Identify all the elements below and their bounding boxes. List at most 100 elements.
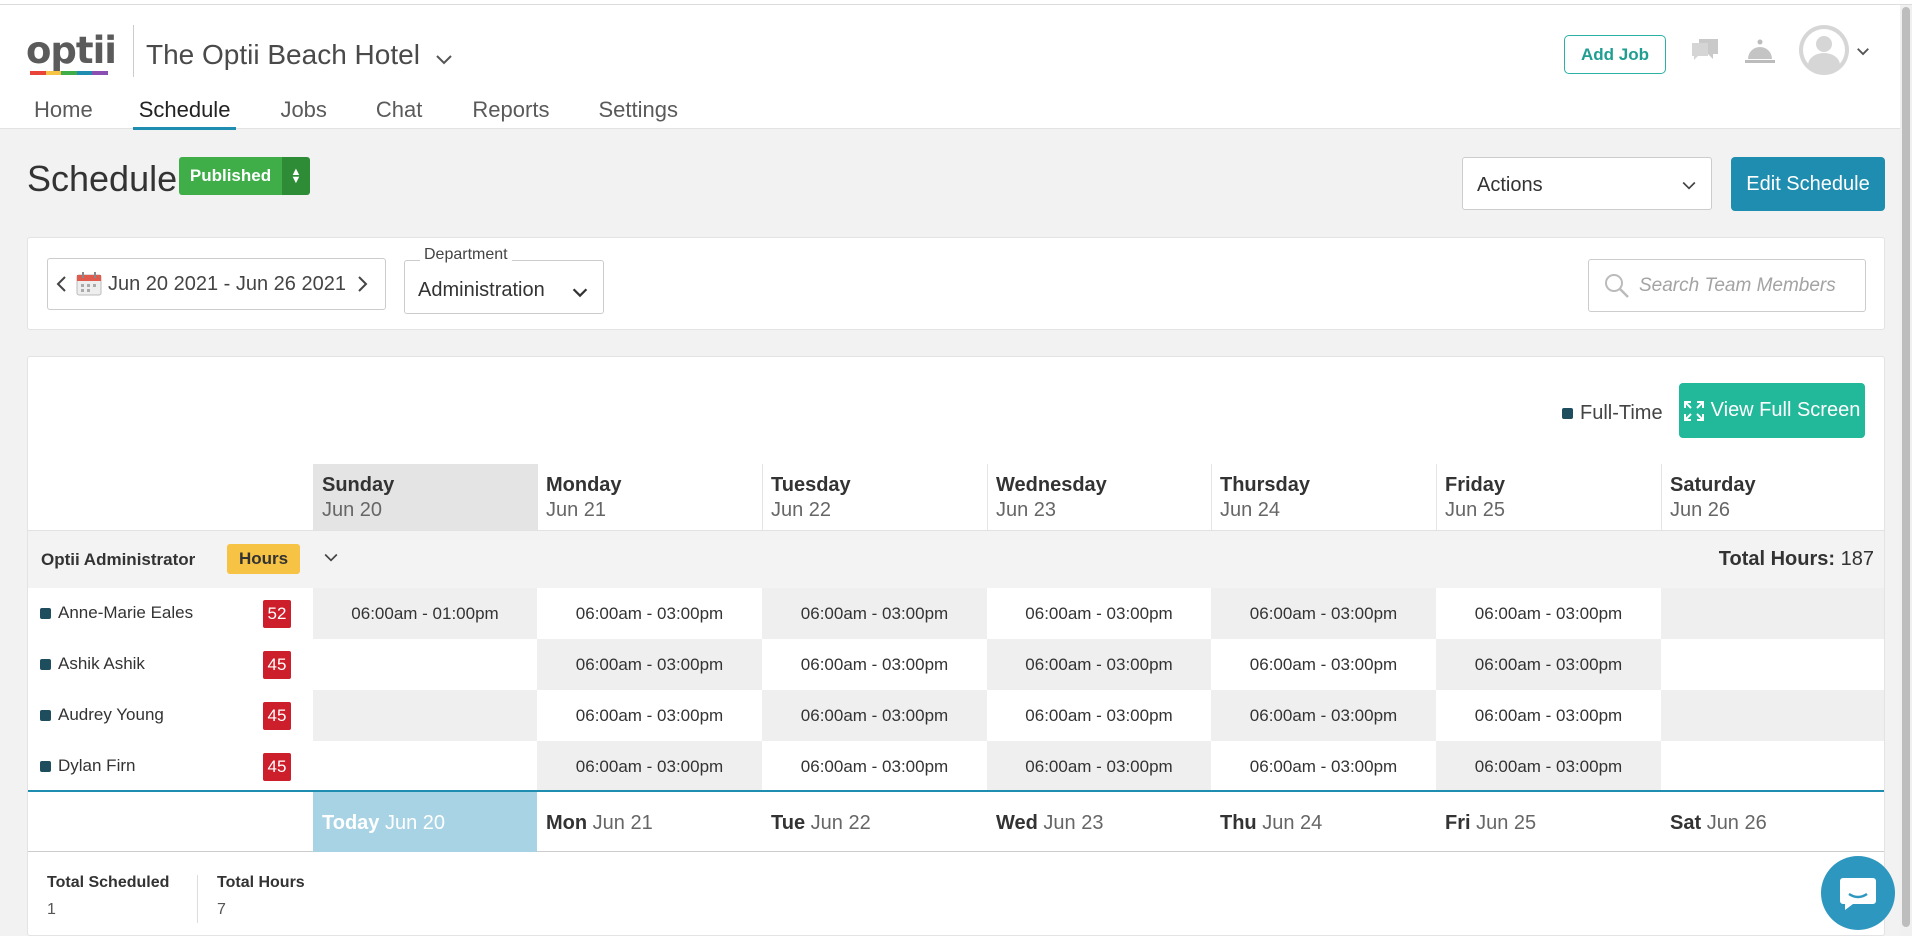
shift-cell[interactable]: 06:00am - 03:00pm xyxy=(987,639,1211,690)
employee-name[interactable]: Audrey Young xyxy=(40,705,164,725)
next-week-button[interactable] xyxy=(348,275,376,293)
footer-day-short: Fri xyxy=(1445,812,1471,834)
footer-day-fri[interactable]: Fri Jun 25 xyxy=(1436,792,1661,852)
shift-cell[interactable]: 06:00am - 03:00pm xyxy=(1211,588,1436,639)
optii-logo[interactable]: optii xyxy=(26,31,117,75)
app-header: optii The Optii Beach Hotel Add Job Home… xyxy=(0,5,1900,130)
shift-cell[interactable] xyxy=(1661,741,1884,792)
search-icon xyxy=(1605,273,1629,298)
employee-name[interactable]: Ashik Ashik xyxy=(40,654,145,674)
status-label: Published xyxy=(179,157,282,195)
footer-day-thu[interactable]: Thu Jun 24 xyxy=(1211,792,1436,852)
shift-cell[interactable]: 06:00am - 03:00pm xyxy=(762,588,987,639)
shift-cell[interactable]: 06:00am - 03:00pm xyxy=(762,741,987,792)
filter-panel: Jun 20 2021 - Jun 26 2021 Department Adm… xyxy=(27,237,1885,330)
employee-name[interactable]: Anne-Marie Eales xyxy=(40,603,193,623)
edit-schedule-button[interactable]: Edit Schedule xyxy=(1731,157,1885,211)
bell-icon[interactable] xyxy=(1744,37,1776,67)
shift-cell[interactable]: 06:00am - 03:00pm xyxy=(537,639,762,690)
shift-cell[interactable]: 06:00am - 03:00pm xyxy=(1211,741,1436,792)
shift-cell[interactable]: 06:00am - 03:00pm xyxy=(987,588,1211,639)
footer-day-sat[interactable]: Sat Jun 26 xyxy=(1661,792,1884,852)
shift-cell[interactable] xyxy=(1661,588,1884,639)
shift-cell[interactable]: 06:00am - 03:00pm xyxy=(537,690,762,741)
nav-schedule[interactable]: Schedule xyxy=(132,89,237,130)
day-name: Friday xyxy=(1445,474,1506,496)
date-range-text: Jun 20 2021 - Jun 26 2021 xyxy=(108,272,346,295)
shift-cell[interactable]: 06:00am - 03:00pm xyxy=(987,690,1211,741)
date-range-picker[interactable]: Jun 20 2021 - Jun 26 2021 xyxy=(47,258,386,310)
chevron-down-icon[interactable] xyxy=(432,47,456,71)
actions-dropdown[interactable]: Actions xyxy=(1462,157,1712,210)
day-name: Monday xyxy=(546,474,622,496)
employee-hours-badge: 45 xyxy=(263,651,291,679)
chevron-down-icon[interactable] xyxy=(1854,42,1872,60)
shift-cell[interactable] xyxy=(1661,690,1884,741)
day-header-saturday: Saturday Jun 26 xyxy=(1661,464,1884,530)
day-date: Jun 26 xyxy=(1670,499,1731,521)
nav-reports[interactable]: Reports xyxy=(472,89,549,129)
group-row: Optii Administrator Hours Total Hours: 1… xyxy=(28,530,1884,588)
expand-icon xyxy=(1683,400,1704,421)
day-name: Wednesday xyxy=(996,474,1107,496)
search-team-members-input[interactable]: Search Team Members xyxy=(1588,259,1866,312)
shift-cell[interactable] xyxy=(313,639,537,690)
nav-jobs[interactable]: Jobs xyxy=(280,89,326,129)
summary-divider xyxy=(197,875,198,923)
employee-name[interactable]: Dylan Firn xyxy=(40,756,135,776)
hotel-name[interactable]: The Optii Beach Hotel xyxy=(146,39,420,71)
total-hours-summary-value: 7 xyxy=(217,901,226,918)
footer-day-wed[interactable]: Wed Jun 23 xyxy=(987,792,1211,852)
shift-cell[interactable]: 06:00am - 03:00pm xyxy=(987,741,1211,792)
prev-week-button[interactable] xyxy=(48,275,76,293)
day-header-monday: Monday Jun 21 xyxy=(537,464,762,530)
shift-cell[interactable]: 06:00am - 03:00pm xyxy=(1436,588,1661,639)
day-date: Jun 21 xyxy=(546,499,607,521)
department-value: Administration xyxy=(418,279,545,301)
shift-cell[interactable]: 06:00am - 03:00pm xyxy=(762,690,987,741)
nav-chat[interactable]: Chat xyxy=(376,89,422,129)
status-dropdown[interactable]: Published ▲ ▼ xyxy=(179,157,310,195)
day-footer-bar: Today Jun 20 Mon Jun 21 Tue Jun 22 Wed Jun … xyxy=(28,790,1884,852)
shift-cell[interactable]: 06:00am - 03:00pm xyxy=(1211,690,1436,741)
shift-cell[interactable]: 06:00am - 03:00pm xyxy=(1436,741,1661,792)
footer-day-tue[interactable]: Tue Jun 22 xyxy=(762,792,987,852)
chevron-down-icon[interactable] xyxy=(321,547,341,567)
hours-badge[interactable]: Hours xyxy=(227,544,300,574)
scrollbar-thumb[interactable] xyxy=(1902,7,1910,927)
full-time-swatch xyxy=(40,709,51,721)
footer-day-mon[interactable]: Mon Jun 21 xyxy=(537,792,762,852)
footer-day-today[interactable]: Today Jun 20 xyxy=(313,792,537,852)
shift-cell[interactable]: 06:00am - 03:00pm xyxy=(1436,639,1661,690)
shift-cell[interactable]: 06:00am - 03:00pm xyxy=(537,741,762,792)
shift-cell[interactable] xyxy=(313,690,537,741)
chat-support-icon[interactable] xyxy=(1821,856,1895,930)
shift-cell[interactable] xyxy=(1661,639,1884,690)
footer-day-short: Thu xyxy=(1220,812,1257,834)
shift-cell[interactable]: 06:00am - 01:00pm xyxy=(313,588,537,639)
shift-cell[interactable]: 06:00am - 03:00pm xyxy=(1436,690,1661,741)
day-date: Jun 20 xyxy=(322,499,383,521)
scrollbar[interactable] xyxy=(1900,5,1912,936)
total-scheduled-value: 1 xyxy=(47,901,56,918)
nav-settings[interactable]: Settings xyxy=(598,89,678,129)
employee-name-text: Anne-Marie Eales xyxy=(58,603,194,622)
footer-day-date: Jun 25 xyxy=(1476,812,1537,834)
full-time-swatch xyxy=(1562,408,1573,419)
shift-cell[interactable]: 06:00am - 03:00pm xyxy=(1211,639,1436,690)
chevron-down-icon xyxy=(1682,181,1696,190)
chat-icon[interactable] xyxy=(1690,35,1720,65)
shift-cell[interactable]: 06:00am - 03:00pm xyxy=(537,588,762,639)
legend-full-time: Full-Time xyxy=(1562,402,1663,425)
view-full-screen-button[interactable]: View Full Screen xyxy=(1679,383,1865,438)
day-date: Jun 25 xyxy=(1445,499,1506,521)
user-avatar-icon[interactable] xyxy=(1798,24,1850,76)
footer-day-short: Wed xyxy=(996,812,1038,834)
nav-home[interactable]: Home xyxy=(34,89,93,129)
add-job-button[interactable]: Add Job xyxy=(1564,35,1666,74)
shift-cell[interactable]: 06:00am - 03:00pm xyxy=(762,639,987,690)
employee-hours-badge: 45 xyxy=(263,753,291,781)
employee-name-text: Audrey Young xyxy=(58,705,164,724)
shift-cell[interactable] xyxy=(313,741,537,792)
department-select[interactable]: Administration xyxy=(404,260,604,314)
